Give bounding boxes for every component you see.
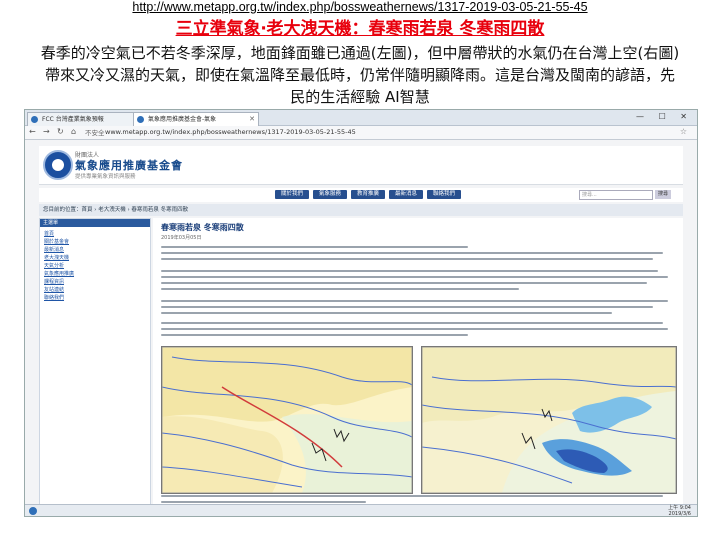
tab-close-icon[interactable]: ✕ [249,113,255,126]
search-input[interactable]: 搜尋... [579,190,653,200]
sidebar-item[interactable]: 關於基金會 [44,238,148,246]
taskbar: 上午 9:04 2019/3/6 [25,504,697,517]
tab-favicon-icon [31,116,38,123]
article-content: 春寒雨若泉 冬寒雨四散 2019年03月05日 [153,218,683,508]
sidebar: 主選單 首頁 關於基金會 最新消息 老大洩天機 天氣分析 氣象應用推廣 課程資訊… [39,218,151,510]
sidebar-item[interactable]: 老大洩天機 [44,254,148,262]
article-paragraph [161,322,673,340]
sidebar-item[interactable]: 首頁 [44,230,148,238]
forward-icon[interactable]: → [43,127,50,136]
slide-body-text: 春季的冷空氣已不若冬季深厚，地面鋒面雖已通過(左圖)，但中層帶狀的水氣仍在台灣上… [40,44,680,106]
sidebar-item[interactable]: 氣象應用推廣 [44,270,148,278]
menu-item-news[interactable]: 最新消息 [389,190,423,199]
window-controls[interactable]: — ☐ ✕ [636,112,693,121]
sidebar-item[interactable]: 課程資訊 [44,278,148,286]
start-icon[interactable] [29,507,37,515]
sidebar-heading: 主選單 [40,219,150,227]
back-icon[interactable]: ← [29,127,36,136]
sidebar-item[interactable]: 友站連結 [44,286,148,294]
tab-favicon-icon [137,116,144,123]
taskbar-clock: 上午 9:04 2019/3/6 [668,505,691,517]
slide-title: 三立準氣象‧老大洩天機：春寒雨若泉 冬寒雨四散 [175,19,545,39]
article-paragraph [161,246,673,264]
site-header: 財團法人 氣象應用推廣基金會 提供專業氣象資訊與服務 [39,146,683,185]
menu-item-about[interactable]: 關於我們 [275,190,309,199]
web-page: 財團法人 氣象應用推廣基金會 提供專業氣象資訊與服務 關於我們 氣象服務 教育推… [25,140,697,516]
org-logo[interactable] [43,150,73,180]
menu-item-contact[interactable]: 聯絡我們 [427,190,461,199]
sidebar-item[interactable]: 最新消息 [44,246,148,254]
browser-screenshot: FCC 台灣產業氣象預報 ✕ 氣象應用推廣基金會-氣象 ✕ — ☐ ✕ ← → … [24,109,698,517]
menu-item-education[interactable]: 教育推廣 [351,190,385,199]
mid-level-moisture-map [421,346,677,494]
org-tagline: 提供專業氣象資訊與服務 [75,174,136,180]
refresh-icon[interactable]: ↻ [57,127,64,136]
tab-label: 氣象應用推廣基金會-氣象 [148,116,217,123]
tab-label: FCC 台灣產業氣象預報 [42,116,104,123]
sidebar-list: 首頁 關於基金會 最新消息 老大洩天機 天氣分析 氣象應用推廣 課程資訊 友站連… [44,230,148,302]
menu-item-services[interactable]: 氣象服務 [313,190,347,199]
surface-weather-map [161,346,413,494]
home-icon[interactable]: ⌂ [71,127,76,136]
bookmark-star-icon[interactable]: ☆ [680,127,687,136]
article-date: 2019年03月05日 [161,235,202,241]
breadcrumb: 您目前的位置：首頁 › 老大洩天機 › 春寒雨若泉 冬寒雨四散 [39,204,683,216]
main-menu: 關於我們 氣象服務 教育推廣 最新消息 聯絡我們 搜尋... 搜尋 [39,188,683,202]
tab-fcc[interactable]: FCC 台灣產業氣象預報 ✕ [27,112,147,126]
search-button[interactable]: 搜尋 [655,190,671,199]
org-name: 氣象應用推廣基金會 [75,159,183,172]
slide-url[interactable]: http://www.metapp.org.tw/index.php/bossw… [0,0,720,14]
insecure-label[interactable]: 不安全 [85,127,105,137]
tab-metapp[interactable]: 氣象應用推廣基金會-氣象 ✕ [133,112,259,126]
article-title: 春寒雨若泉 冬寒雨四散 [161,223,244,232]
address-bar: ← → ↻ ⌂ 不安全 www.metapp.org.tw/index.php/… [25,126,697,140]
article-paragraph [161,270,673,294]
article-paragraph [161,300,673,318]
url-field[interactable]: www.metapp.org.tw/index.php/bossweathern… [105,128,356,136]
sidebar-item[interactable]: 聯絡我們 [44,294,148,302]
tab-bar: FCC 台灣產業氣象預報 ✕ 氣象應用推廣基金會-氣象 ✕ — ☐ ✕ [25,110,697,126]
sidebar-item[interactable]: 天氣分析 [44,262,148,270]
clock-date: 2019/3/6 [668,511,691,517]
